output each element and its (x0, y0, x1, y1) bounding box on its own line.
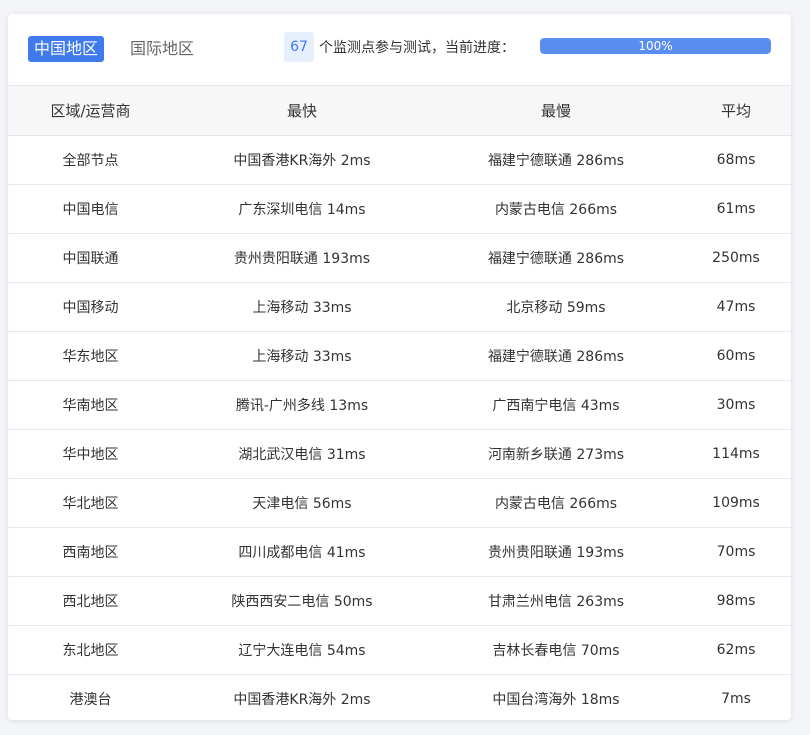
cell-slowest: 福建宁德联通 286ms (431, 233, 681, 283)
header-average: 平均 (681, 85, 791, 136)
cell-region: 中国电信 (8, 184, 173, 234)
cell-region: 华南地区 (8, 380, 173, 430)
cell-region: 港澳台 (69, 692, 112, 709)
progress-bar: 100% (540, 38, 771, 54)
table-header-row: 区域/运营商 最快 最慢 平均 (8, 85, 791, 136)
table-row: 港澳台 中国香港KR海外 2ms 中国台湾海外 18ms 7ms (8, 675, 791, 721)
cell-average: 47ms (681, 282, 791, 332)
cell-average: 62ms (681, 625, 791, 675)
cell-region: 东北地区 (8, 625, 173, 675)
cell-fastest: 广东深圳电信 14ms (173, 184, 431, 234)
cell-fastest: 湖北武汉电信 31ms (173, 429, 431, 479)
cell-slowest: 北京移动 59ms (431, 282, 681, 332)
table-row: 中国移动 上海移动 33ms 北京移动 59ms 47ms (8, 282, 791, 332)
cell-slowest: 吉林长春电信 70ms (431, 625, 681, 675)
progress-label: 100% (638, 39, 673, 53)
cell-fastest: 天津电信 56ms (173, 478, 431, 528)
table-row: 华中地区 湖北武汉电信 31ms 河南新乡联通 273ms 114ms (8, 429, 791, 479)
cell-average: 250ms (681, 233, 791, 283)
cell-fastest: 贵州贵阳联通 193ms (173, 233, 431, 283)
cell-average: 68ms (681, 135, 791, 185)
cell-fastest: 四川成都电信 41ms (173, 527, 431, 577)
table-row: 中国电信 广东深圳电信 14ms 内蒙古电信 266ms 61ms (8, 184, 791, 234)
header-fastest: 最快 (173, 85, 431, 136)
cell-slowest: 广西南宁电信 43ms (431, 380, 681, 430)
cell-average: 60ms (681, 331, 791, 381)
cell-region: 中国联通 (8, 233, 173, 283)
cell-region: 全部节点 (8, 135, 173, 185)
cell-fastest: 上海移动 33ms (173, 331, 431, 381)
cell-region: 华中地区 (8, 429, 173, 479)
table-row: 东北地区 辽宁大连电信 54ms 吉林长春电信 70ms 62ms (8, 625, 791, 675)
cell-slowest: 内蒙古电信 266ms (431, 478, 681, 528)
cell-slowest: 内蒙古电信 266ms (431, 184, 681, 234)
cell-fastest: 中国香港KR海外 2ms (233, 692, 371, 709)
table-row: 西南地区 四川成都电信 41ms 贵州贵阳联通 193ms 70ms (8, 527, 791, 577)
cell-average: 70ms (681, 527, 791, 577)
monitor-count-badge: 67 (284, 32, 314, 62)
table-row: 全部节点 中国香港KR海外 2ms 福建宁德联通 286ms 68ms (8, 135, 791, 185)
header-region: 区域/运营商 (8, 85, 173, 136)
results-table: 区域/运营商 最快 最慢 平均 全部节点 中国香港KR海外 2ms 福建宁德联通 2… (8, 85, 791, 720)
cell-slowest: 甘肃兰州电信 263ms (431, 576, 681, 626)
table-body: 全部节点 中国香港KR海外 2ms 福建宁德联通 286ms 68ms 中国电信 广东深圳… (8, 135, 791, 721)
cell-fastest: 上海移动 33ms (173, 282, 431, 332)
cell-fastest: 辽宁大连电信 54ms (173, 625, 431, 675)
cell-average: 109ms (681, 478, 791, 528)
cell-slowest: 河南新乡联通 273ms (431, 429, 681, 479)
tab-international[interactable]: 国际地区 (124, 36, 200, 62)
cell-average: 114ms (681, 429, 791, 479)
cell-average: 7ms (721, 691, 751, 708)
cell-fastest: 中国香港KR海外 2ms (173, 135, 431, 185)
cell-average: 61ms (681, 184, 791, 234)
cell-average: 98ms (681, 576, 791, 626)
speed-test-card: 中国地区 国际地区 67 个监测点参与测试，当前进度： 100% 区域/运营商 … (8, 14, 791, 720)
cell-region: 西北地区 (8, 576, 173, 626)
cell-average: 30ms (681, 380, 791, 430)
table-row: 华南地区 腾讯-广州多线 13ms 广西南宁电信 43ms 30ms (8, 380, 791, 430)
cell-slowest: 福建宁德联通 286ms (431, 135, 681, 185)
cell-region: 华北地区 (8, 478, 173, 528)
table-row: 华北地区 天津电信 56ms 内蒙古电信 266ms 109ms (8, 478, 791, 528)
cell-slowest: 福建宁德联通 286ms (431, 331, 681, 381)
cell-fastest: 腾讯-广州多线 13ms (173, 380, 431, 430)
toolbar: 中国地区 国际地区 67 个监测点参与测试，当前进度： 100% (8, 14, 791, 85)
cell-fastest: 陕西西安二电信 50ms (173, 576, 431, 626)
cell-region: 中国移动 (8, 282, 173, 332)
cell-slowest: 中国台湾海外 18ms (492, 692, 620, 709)
monitor-status-text: 个监测点参与测试，当前进度： (319, 40, 515, 56)
table-row: 中国联通 贵州贵阳联通 193ms 福建宁德联通 286ms 250ms (8, 233, 791, 283)
table-row: 西北地区 陕西西安二电信 50ms 甘肃兰州电信 263ms 98ms (8, 576, 791, 626)
cell-region: 西南地区 (8, 527, 173, 577)
cell-region: 华东地区 (8, 331, 173, 381)
table-row: 华东地区 上海移动 33ms 福建宁德联通 286ms 60ms (8, 331, 791, 381)
tab-china[interactable]: 中国地区 (28, 36, 105, 62)
cell-slowest: 贵州贵阳联通 193ms (431, 527, 681, 577)
header-slowest: 最慢 (431, 85, 681, 136)
